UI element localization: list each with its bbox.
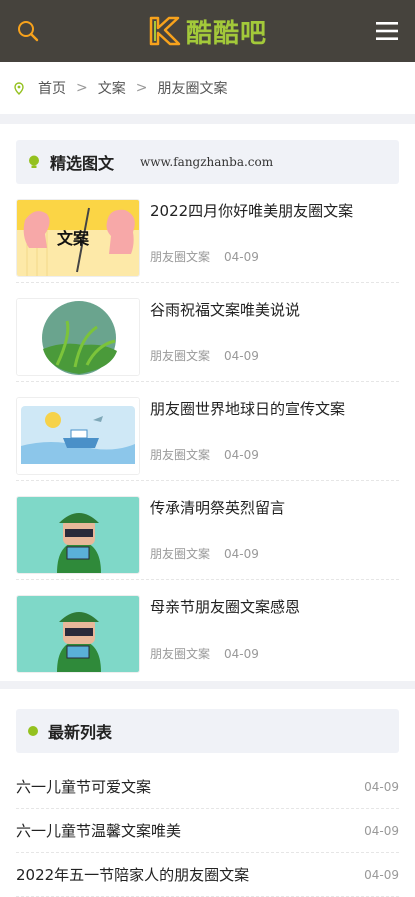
site-header: 酷酷吧 xyxy=(0,0,415,62)
article-date: 04-09 xyxy=(224,349,259,363)
article-meta: 朋友圈文案 04-09 xyxy=(150,545,285,562)
featured-header: 精选图文 www.fangzhanba.com xyxy=(16,140,399,184)
article-category[interactable]: 朋友圈文案 xyxy=(150,448,210,462)
article-meta: 朋友圈文案 04-09 xyxy=(150,347,300,364)
menu-button[interactable] xyxy=(375,19,399,43)
article-title[interactable]: 母亲节朋友圈文案感恩 xyxy=(150,597,300,617)
article-title[interactable]: 传承清明祭英烈留言 xyxy=(150,498,285,518)
breadcrumb-separator: > xyxy=(76,80,88,96)
location-pin-icon xyxy=(14,81,24,95)
article-category[interactable]: 朋友圈文案 xyxy=(150,647,210,661)
breadcrumb-home[interactable]: 首页 xyxy=(38,78,66,98)
search-button[interactable] xyxy=(16,19,40,43)
list-item-date: 04-09 xyxy=(364,779,399,794)
list-item[interactable]: 六一儿童节温馨文案唯美 04-09 xyxy=(16,809,399,853)
article-title[interactable]: 朋友圈世界地球日的宣传文案 xyxy=(150,399,345,419)
breadcrumb-category[interactable]: 文案 xyxy=(98,78,126,98)
list-item-date: 04-09 xyxy=(364,823,399,838)
article-meta: 朋友圈文案 04-09 xyxy=(150,645,300,662)
article-category[interactable]: 朋友圈文案 xyxy=(150,349,210,363)
latest-title: 最新列表 xyxy=(48,723,113,742)
latest-header: 最新列表 xyxy=(16,709,399,753)
featured-title: 精选图文 xyxy=(50,154,115,173)
list-item[interactable]: 2022年五一节陪家人的朋友圈文案 04-09 xyxy=(16,853,399,897)
list-item-title[interactable]: 六一儿童节可爱文案 xyxy=(16,776,151,797)
featured-section: 精选图文 www.fangzhanba.com 文案 2022四月你好唯美朋友圈… xyxy=(0,124,415,681)
article-meta: 朋友圈文案 04-09 xyxy=(150,446,345,463)
article-item[interactable]: 朋友圈世界地球日的宣传文案 朋友圈文案 04-09 xyxy=(16,382,399,481)
search-icon xyxy=(18,21,39,42)
article-category[interactable]: 朋友圈文案 xyxy=(150,547,210,561)
article-category[interactable]: 朋友圈文案 xyxy=(150,250,210,264)
article-thumbnail[interactable]: 文案 xyxy=(16,199,140,277)
article-item[interactable]: 母亲节朋友圈文案感恩 朋友圈文案 04-09 xyxy=(16,580,399,679)
article-thumbnail[interactable] xyxy=(16,397,140,475)
article-item[interactable]: 文案 2022四月你好唯美朋友圈文案 朋友圈文案 04-09 xyxy=(16,184,399,283)
article-thumbnail[interactable] xyxy=(16,595,140,673)
article-date: 04-09 xyxy=(224,547,259,561)
breadcrumb-current[interactable]: 朋友圈文案 xyxy=(157,78,227,98)
article-thumbnail[interactable] xyxy=(16,496,140,574)
article-date: 04-09 xyxy=(224,448,259,462)
article-title[interactable]: 2022四月你好唯美朋友圈文案 xyxy=(150,201,353,221)
logo-text: 酷酷吧 xyxy=(185,18,267,49)
list-item-date: 04-09 xyxy=(364,867,399,882)
site-logo[interactable]: 酷酷吧 xyxy=(148,13,267,50)
article-date: 04-09 xyxy=(224,250,259,264)
article-item[interactable]: 传承清明祭英烈留言 朋友圈文案 04-09 xyxy=(16,481,399,580)
article-meta: 朋友圈文案 04-09 xyxy=(150,248,353,265)
thumbnail-caption: 文案 xyxy=(57,229,90,248)
article-item[interactable]: 谷雨祝福文案唯美说说 朋友圈文案 04-09 xyxy=(16,283,399,382)
article-date: 04-09 xyxy=(224,647,259,661)
breadcrumb-separator: > xyxy=(135,80,148,96)
site-url: www.fangzhanba.com xyxy=(140,155,274,169)
menu-icon xyxy=(375,22,398,40)
latest-section: 最新列表 六一儿童节可爱文案 04-09 六一儿童节温馨文案唯美 04-09 2… xyxy=(0,689,415,897)
logo-k-mark xyxy=(149,16,181,46)
list-item-title[interactable]: 六一儿童节温馨文案唯美 xyxy=(16,820,181,841)
article-thumbnail[interactable] xyxy=(16,298,140,376)
dot-icon xyxy=(28,726,38,736)
list-item[interactable]: 六一儿童节可爱文案 04-09 xyxy=(16,765,399,809)
article-title[interactable]: 谷雨祝福文案唯美说说 xyxy=(150,300,300,320)
list-item-title[interactable]: 2022年五一节陪家人的朋友圈文案 xyxy=(16,864,249,885)
bulb-icon xyxy=(29,155,39,168)
breadcrumb: 首页 > 文案 > 朋友圈文案 xyxy=(0,62,415,114)
